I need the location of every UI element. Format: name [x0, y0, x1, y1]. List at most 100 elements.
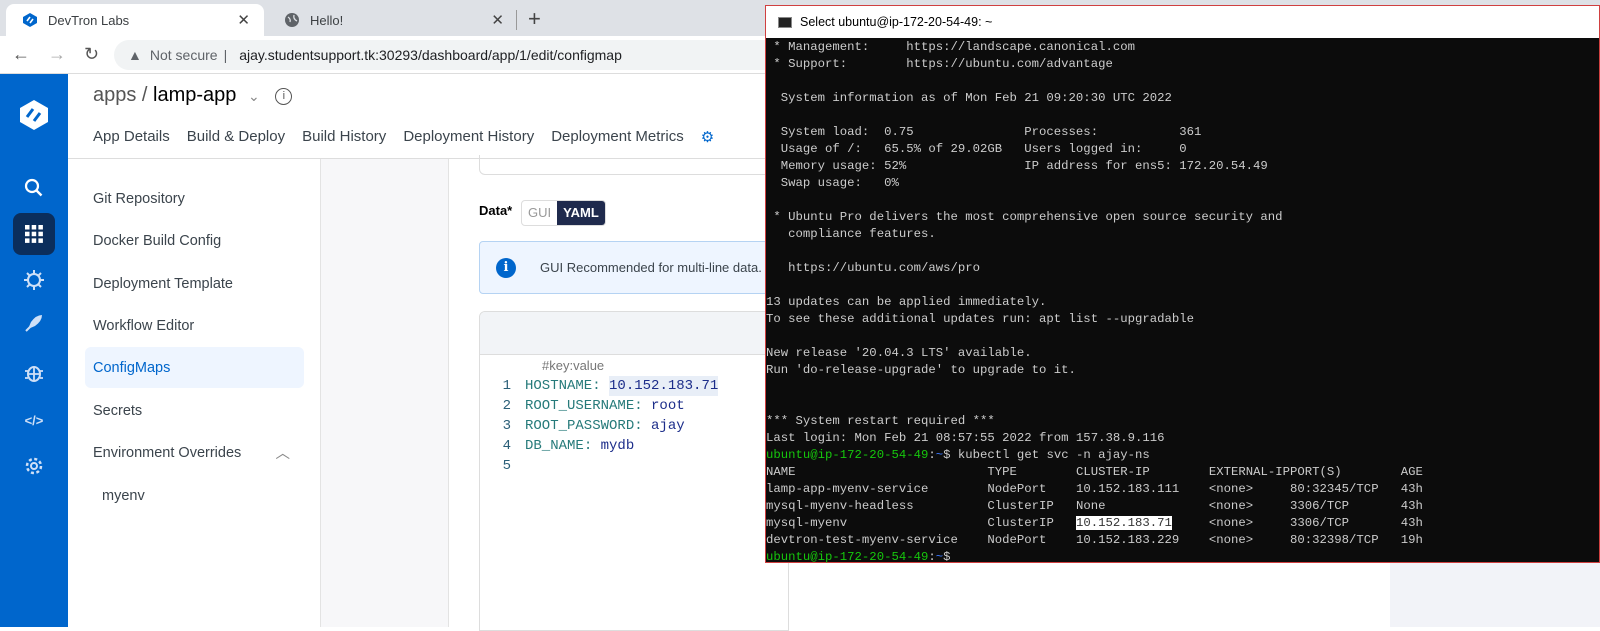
- svc-cell: devtron-test-myenv-service: [766, 533, 958, 547]
- terminal-line: Run 'do-release-upgrade' to upgrade to i…: [766, 363, 1076, 377]
- svc-cell: 3306/TCP: [1290, 516, 1350, 530]
- yaml-value: 10.152.183.71: [609, 376, 719, 396]
- rocket-icon[interactable]: [13, 302, 55, 344]
- chevron-down-icon[interactable]: ⌄: [248, 88, 260, 104]
- svc-cell: PORT(S): [1290, 465, 1342, 479]
- terminal-titlebar: Select ubuntu@ip-172-20-54-49: ~: [766, 6, 1599, 38]
- tab-build-deploy[interactable]: Build & Deploy: [187, 128, 285, 146]
- tab-divider: [516, 10, 517, 30]
- code-icon[interactable]: </>: [13, 399, 55, 441]
- svc-header-row: NAME TYPE CLUSTER-IP EXTERNAL-IPPORT(S) …: [766, 464, 1423, 481]
- svc-cell: NodePort: [987, 482, 1047, 496]
- close-tab-icon[interactable]: ✕: [237, 11, 250, 29]
- tab-deployment-history[interactable]: Deployment History: [403, 128, 534, 146]
- code-line: 4 DB_NAME: mydb: [480, 436, 718, 456]
- sidebar-item-configmaps[interactable]: ConfigMaps: [85, 347, 304, 388]
- svc-cell: lamp-app-myenv-service: [766, 482, 929, 496]
- config-sidebar: Git Repository Docker Build Config Deplo…: [68, 159, 320, 627]
- svc-cell: <none>: [1208, 533, 1254, 547]
- terminal-title: Select ubuntu@ip-172-20-54-49: ~: [800, 15, 993, 29]
- svc-cell: NodePort: [987, 533, 1047, 547]
- svc-cell: AGE: [1400, 465, 1423, 479]
- terminal-prompt-line: ubuntu@ip-172-20-54-49:~$: [766, 549, 1423, 566]
- cmd-icon: [778, 16, 792, 28]
- url-input[interactable]: ▲ Not secure | ajay.studentsupport.tk:30…: [114, 40, 814, 70]
- code-line: 5: [480, 456, 718, 476]
- breadcrumb-apps[interactable]: apps /: [93, 84, 153, 106]
- helm-chart-icon[interactable]: [13, 259, 55, 301]
- tab-build-history[interactable]: Build History: [302, 128, 386, 146]
- svc-cell: mysql-myenv: [766, 516, 848, 530]
- tab-devtron[interactable]: DevTron Labs ✕: [6, 4, 264, 36]
- info-icon[interactable]: i: [275, 88, 293, 105]
- sidebar-item-deployment-template[interactable]: Deployment Template: [85, 263, 304, 304]
- terminal-window[interactable]: Select ubuntu@ip-172-20-54-49: ~ * Manag…: [765, 5, 1600, 566]
- terminal-output: * Management: https://landscape.canonica…: [766, 39, 1423, 566]
- app-tabs: App Details Build & Deploy Build History…: [93, 128, 714, 146]
- yaml-editor[interactable]: #key:value 1 HOSTNAME: 10.152.183.71 2 ROO…: [479, 311, 789, 631]
- editor-header: [480, 312, 788, 355]
- svc-cell: 80:32345/TCP: [1290, 482, 1379, 496]
- yaml-key: DB_NAME: [525, 438, 584, 454]
- app-config-gear-icon[interactable]: ⚙: [701, 128, 714, 146]
- reload-icon[interactable]: ↻: [84, 44, 99, 65]
- terminal-line: * Support: https://ubuntu.com/advantage: [766, 57, 1113, 71]
- data-mode-toggle: GUI YAML: [521, 200, 606, 226]
- bug-icon[interactable]: [13, 352, 55, 394]
- devtron-logo-icon[interactable]: [13, 94, 55, 136]
- prompt-command: $ kubectl get svc -n ajay-ns: [943, 448, 1150, 462]
- sidebar-item-git-repository[interactable]: Git Repository: [85, 178, 304, 219]
- terminal-line: https://ubuntu.com/aws/pro: [766, 261, 981, 275]
- terminal-line: Last login: Mon Feb 21 08:57:55 2022 fro…: [766, 431, 1165, 445]
- configmap-card-top: [479, 155, 789, 175]
- svc-table-row: mysql-myenv ClusterIP 10.152.183.71 <non…: [766, 515, 1423, 532]
- terminal-line: Usage of /: 65.5% of 29.02GB Users logge…: [766, 142, 1187, 156]
- configmap-panel: Data* GUI YAML i GUI Recommended for mul…: [448, 155, 789, 631]
- close-tab-icon[interactable]: ✕: [491, 11, 504, 29]
- back-icon[interactable]: ←: [12, 44, 30, 65]
- terminal-line: To see these additional updates run: apt…: [766, 312, 1195, 326]
- tab-hello[interactable]: Hello! ✕: [268, 4, 518, 36]
- tab-app-details[interactable]: App Details: [93, 128, 170, 146]
- prompt-command: $: [943, 550, 958, 564]
- prompt-colon: :: [928, 550, 936, 564]
- sidebar-item-secrets[interactable]: Secrets: [85, 390, 304, 431]
- sidebar-item-docker-build-config[interactable]: Docker Build Config: [85, 220, 304, 261]
- yaml-toggle-button[interactable]: YAML: [557, 201, 605, 225]
- terminal-line: System information as of Mon Feb 21 09:2…: [766, 91, 1172, 105]
- new-tab-button[interactable]: +: [528, 6, 541, 32]
- yaml-value: root: [651, 398, 685, 414]
- svc-cell: 10.152.183.229: [1075, 533, 1180, 547]
- forward-icon[interactable]: →: [48, 44, 66, 65]
- chevron-up-icon[interactable]: ︿: [276, 442, 291, 463]
- svc-cell: 10.152.183.71: [1075, 516, 1172, 530]
- search-icon[interactable]: [13, 167, 55, 209]
- code-line: 3 ROOT_PASSWORD: ajay: [480, 416, 718, 436]
- tab-deployment-metrics[interactable]: Deployment Metrics: [551, 128, 684, 146]
- prompt-colon: :: [928, 448, 936, 462]
- info-icon: i: [496, 257, 516, 278]
- data-label: Data*: [479, 203, 513, 218]
- app-header: apps / lamp-app ⌄ i App Details Build & …: [68, 74, 768, 159]
- svc-cell: 3306/TCP: [1289, 499, 1350, 513]
- apps-grid-icon[interactable]: [13, 213, 55, 255]
- settings-gear-icon[interactable]: [13, 445, 55, 487]
- svc-cell: 43h: [1400, 516, 1423, 530]
- line-number: 1: [502, 378, 511, 394]
- svc-cell: None: [1075, 499, 1106, 513]
- terminal-line: System load: 0.75 Processes: 361: [766, 125, 1202, 139]
- gui-toggle-button[interactable]: GUI: [522, 201, 557, 225]
- svc-cell: NAME: [766, 465, 796, 479]
- tab-label: Hello!: [310, 12, 344, 28]
- sidebar-item-label: Environment Overrides: [93, 444, 242, 461]
- svc-cell: 19h: [1400, 533, 1423, 547]
- sidebar-item-myenv[interactable]: myenv: [94, 475, 313, 516]
- sidebar-item-workflow-editor[interactable]: Workflow Editor: [85, 305, 304, 346]
- sidebar-item-environment-overrides[interactable]: Environment Overrides ︿: [85, 432, 304, 473]
- line-number: 5: [502, 458, 511, 474]
